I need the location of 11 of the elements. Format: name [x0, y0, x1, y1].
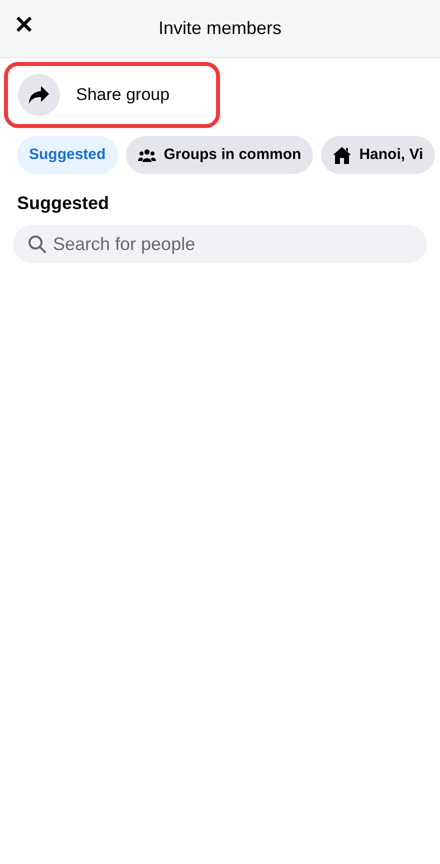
- search-field[interactable]: Search for people: [13, 225, 427, 263]
- people-icon: [138, 148, 156, 162]
- share-group-button[interactable]: Share group: [4, 62, 220, 128]
- filter-chip[interactable]: Groups in common: [126, 136, 314, 174]
- home-icon: [333, 146, 352, 164]
- window-title: Invite members: [158, 17, 282, 40]
- filter-chip[interactable]: Hanoi, Vi: [321, 136, 436, 174]
- section-title: Suggested: [16, 192, 110, 215]
- close-button[interactable]: ✕: [14, 14, 34, 38]
- filter-chip[interactable]: Suggested: [17, 136, 118, 174]
- share-icon: [28, 85, 50, 105]
